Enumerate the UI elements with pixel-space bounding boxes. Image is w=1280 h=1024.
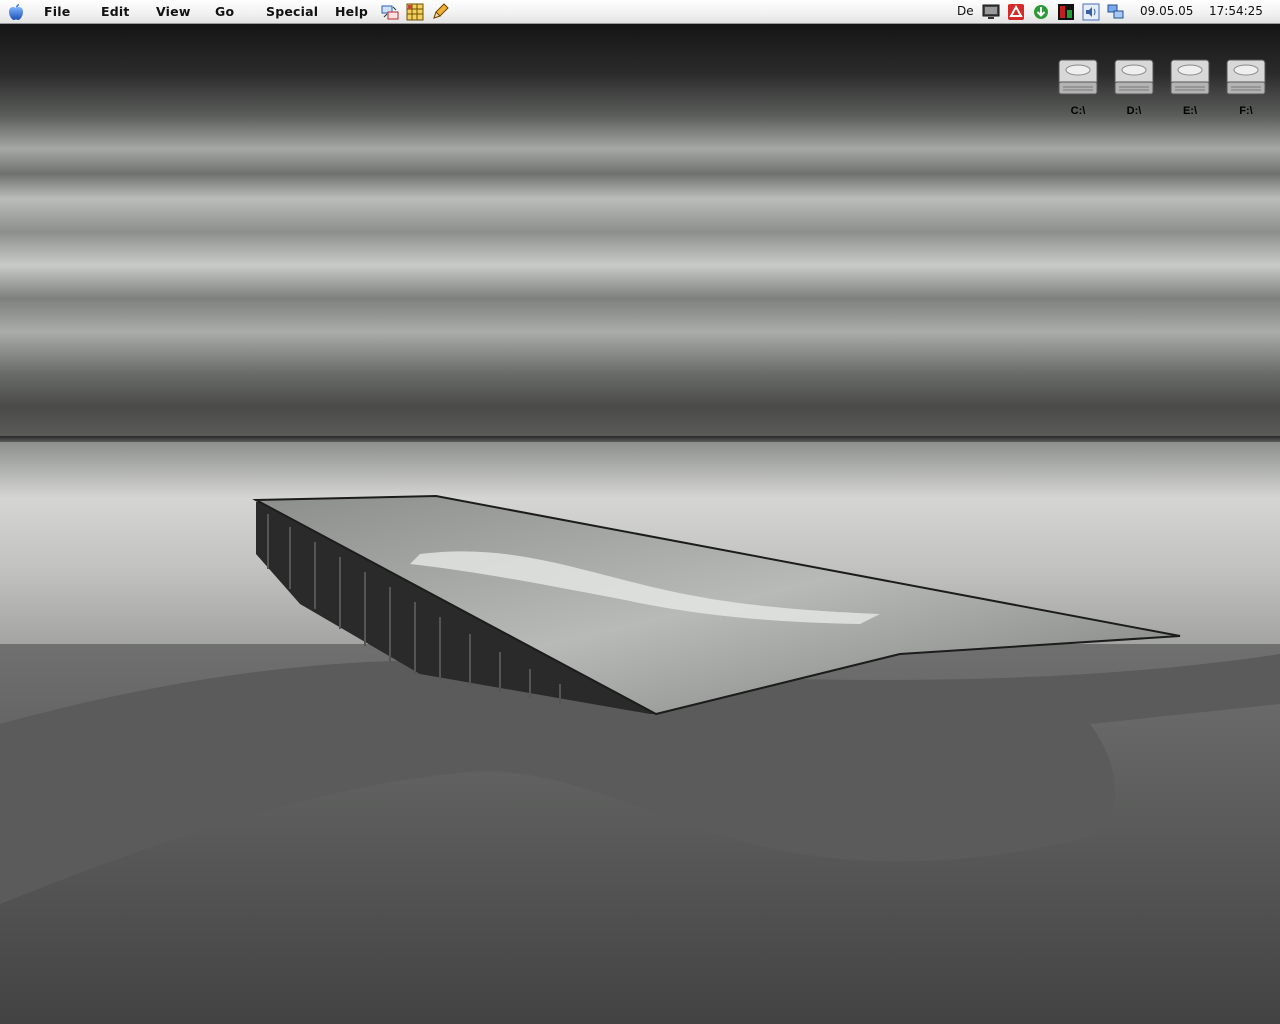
hard-drive-icon <box>1058 59 1098 95</box>
pencil-notes-icon[interactable] <box>431 3 449 21</box>
monitor-icon[interactable] <box>982 3 1000 21</box>
hard-drive-icon <box>1226 59 1266 95</box>
apple-menu-icon[interactable] <box>2 0 30 24</box>
drive-label: D:\ <box>1126 105 1142 117</box>
hard-drive-icon <box>1170 59 1210 95</box>
network-computers-icon[interactable] <box>1107 3 1125 21</box>
menu-special[interactable]: Special <box>266 4 318 19</box>
volume-icon[interactable] <box>1082 3 1100 21</box>
menu-help[interactable]: Help <box>335 4 368 19</box>
clock-display[interactable]: 17:54:25 <box>1209 4 1263 18</box>
drive-c[interactable]: C:\ <box>1054 54 1102 120</box>
drive-label: C:\ <box>1070 105 1086 117</box>
desktop[interactable]: C:\ D:\ E:\ F:\ <box>0 24 1280 1024</box>
keyboard-layout-indicator[interactable]: De <box>957 4 974 18</box>
download-icon[interactable] <box>1032 3 1050 21</box>
drive-label: F:\ <box>1239 105 1253 117</box>
drive-f[interactable]: F:\ <box>1222 54 1270 120</box>
date-display[interactable]: 09.05.05 <box>1140 4 1193 18</box>
antivirus-icon[interactable] <box>1007 3 1025 21</box>
menu-edit[interactable]: Edit <box>101 4 130 19</box>
cpu-meter-icon[interactable] <box>1057 3 1075 21</box>
menu-bar: File Edit View Go Special Help De 09.05.… <box>0 0 1280 24</box>
drive-e[interactable]: E:\ <box>1166 54 1214 120</box>
drive-d[interactable]: D:\ <box>1110 54 1158 120</box>
hard-drive-icon <box>1114 59 1154 95</box>
menu-go[interactable]: Go <box>215 4 234 19</box>
drive-label: E:\ <box>1182 105 1198 117</box>
network-transfer-icon[interactable] <box>381 3 399 21</box>
menu-view[interactable]: View <box>156 4 191 19</box>
wallpaper-pier <box>0 494 1280 1024</box>
menu-file[interactable]: File <box>44 4 70 19</box>
calendar-grid-icon[interactable] <box>406 3 424 21</box>
